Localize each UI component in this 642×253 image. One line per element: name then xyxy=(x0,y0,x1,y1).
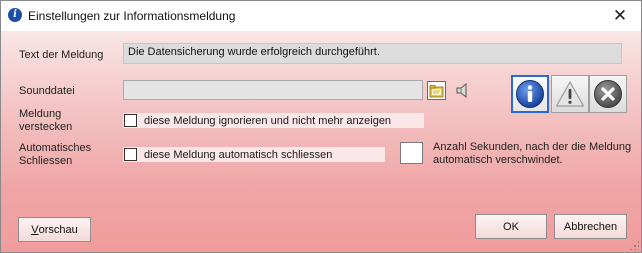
info-icon xyxy=(516,80,544,108)
hide-message-checkbox-label: diese Meldung ignorieren und nicht mehr … xyxy=(144,114,392,127)
close-icon: ✕ xyxy=(612,6,628,26)
hide-message-label-line2: verstecken xyxy=(19,121,73,133)
browse-sound-button[interactable] xyxy=(427,81,446,100)
seconds-hint-line1: Anzahl Sekunden, nach der die Meldung xyxy=(433,141,632,153)
auto-close-checkbox[interactable] xyxy=(124,148,137,161)
close-button[interactable]: ✕ xyxy=(599,1,641,31)
warning-icon xyxy=(555,81,585,107)
auto-close-label-line1: Automatisches xyxy=(19,142,92,154)
sound-file-label: Sounddatei xyxy=(19,85,75,97)
preview-button[interactable]: Vorschau xyxy=(18,217,91,242)
message-label: Text der Meldung xyxy=(19,49,104,61)
message-type-warning-button[interactable] xyxy=(551,75,589,113)
app-info-icon: i xyxy=(8,8,22,22)
resize-grip[interactable] xyxy=(629,240,639,250)
play-sound-button[interactable] xyxy=(453,81,472,100)
preview-accelerator: V xyxy=(31,223,39,236)
hide-message-checkbox[interactable] xyxy=(124,114,137,127)
error-icon xyxy=(594,80,622,108)
window-title: Einstellungen zur Informationsmeldung xyxy=(28,9,236,23)
settings-dialog: i Einstellungen zur Informationsmeldung … xyxy=(0,0,642,253)
seconds-hint-line2: automatisch verschwindet. xyxy=(433,154,563,166)
message-type-info-button[interactable] xyxy=(511,75,549,113)
message-text-field[interactable]: Die Datensicherung wurde erfolgreich dur… xyxy=(123,43,622,64)
folder-icon xyxy=(429,84,444,97)
speaker-icon xyxy=(456,82,467,99)
hide-message-option[interactable]: diese Meldung ignorieren und nicht mehr … xyxy=(123,113,424,128)
auto-close-checkbox-label: diese Meldung automatisch schliessen xyxy=(144,148,333,161)
seconds-input[interactable] xyxy=(400,142,423,164)
preview-label: orschau xyxy=(38,223,78,236)
auto-close-label-line2: Schliessen xyxy=(19,155,73,167)
cancel-button[interactable]: Abbrechen xyxy=(554,214,627,239)
seconds-hint: Anzahl Sekunden, nach der die Meldung au… xyxy=(433,141,631,167)
hide-message-label: Meldung verstecken xyxy=(19,108,72,134)
title-bar: i Einstellungen zur Informationsmeldung … xyxy=(1,1,641,31)
dialog-body: Text der Meldung Die Datensicherung wurd… xyxy=(1,31,641,252)
hide-message-label-line1: Meldung xyxy=(19,108,62,120)
auto-close-label: Automatisches Schliessen xyxy=(19,142,91,168)
message-type-error-button[interactable] xyxy=(589,75,627,113)
auto-close-option[interactable]: diese Meldung automatisch schliessen xyxy=(123,147,385,162)
ok-button[interactable]: OK xyxy=(475,214,547,239)
sound-file-input[interactable] xyxy=(123,80,423,100)
